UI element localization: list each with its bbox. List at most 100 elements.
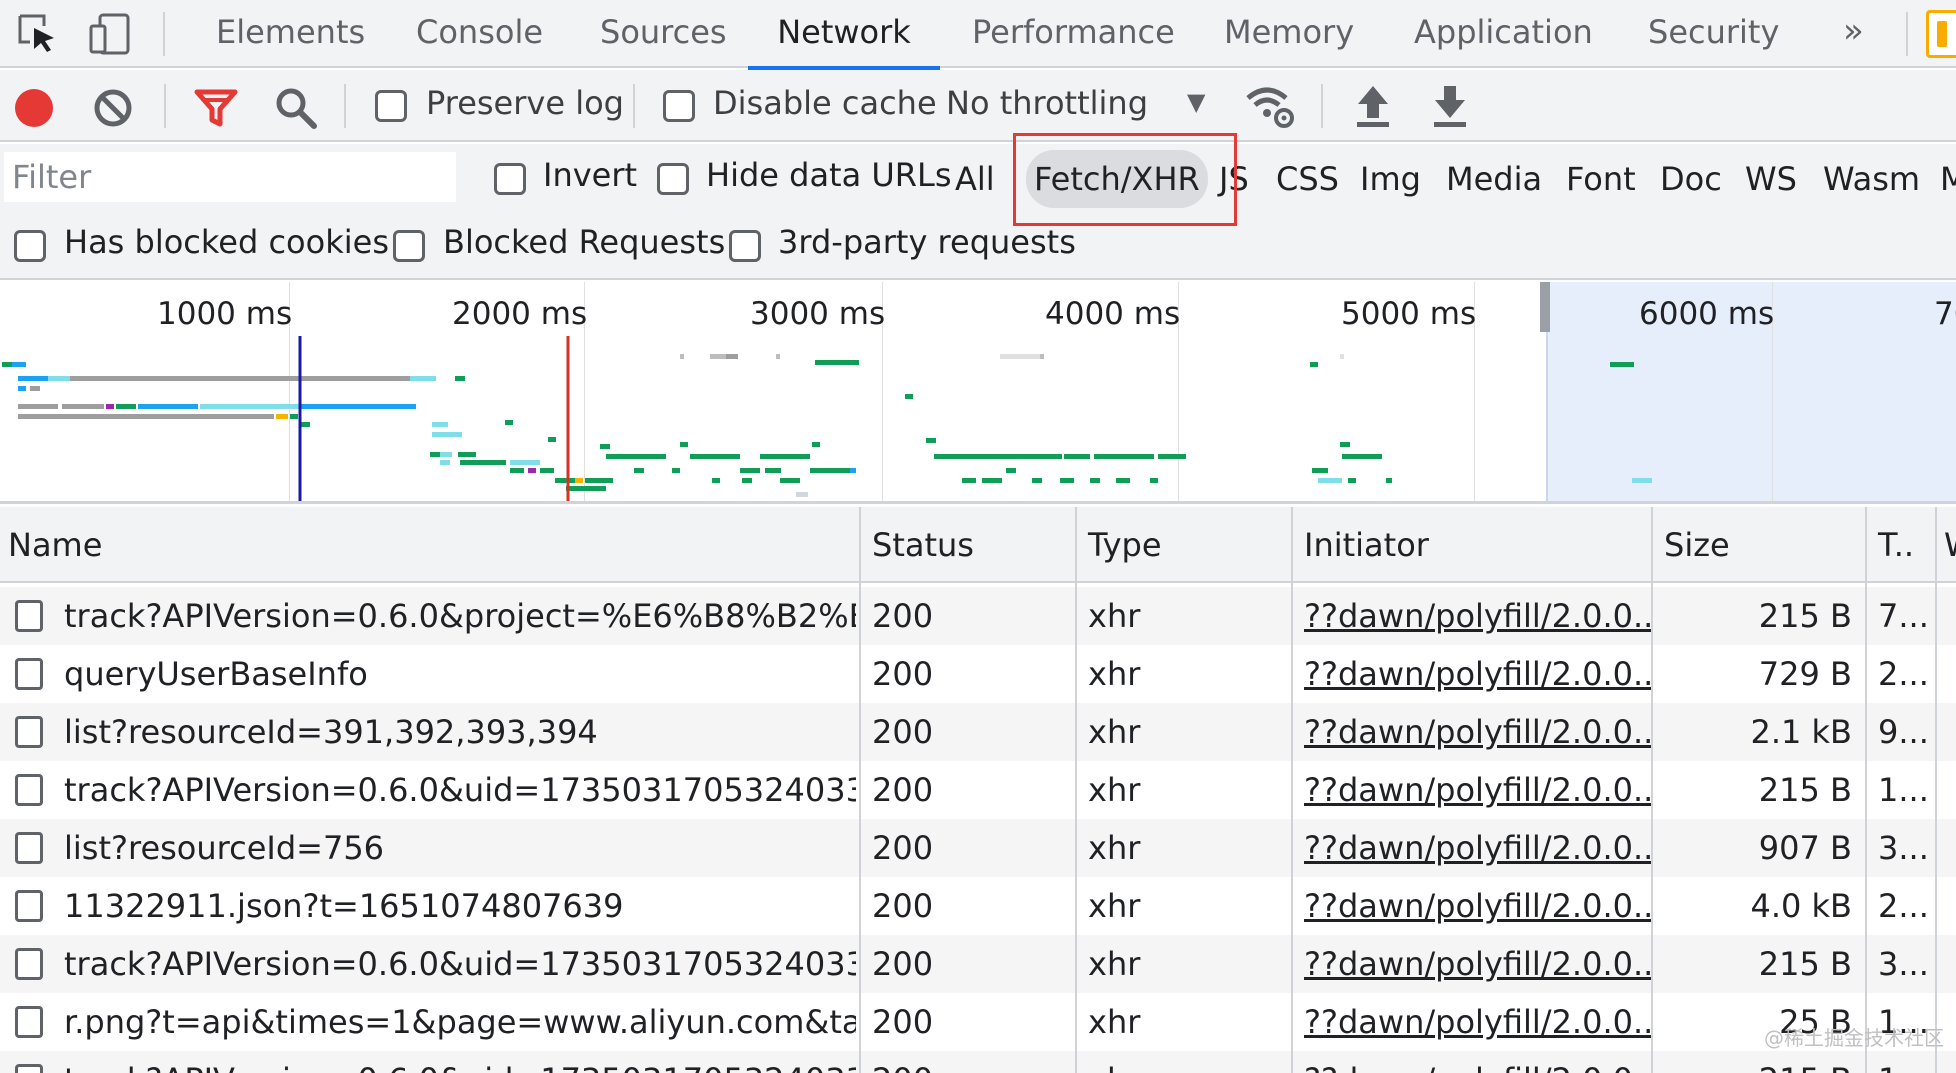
request-name: queryUserBaseInfo [64,655,368,693]
request-size: 907 B [1758,829,1852,867]
request-initiator-link[interactable]: ??dawn/polyfill/2.0.0... [1296,935,1652,993]
table-row[interactable]: list?resourceId=756 200 xhr ??dawn/polyfill… [0,819,1956,877]
overview-request-bar [620,454,634,459]
tab-console[interactable]: Console [410,0,549,68]
type-filter-ws[interactable]: WS [1737,150,1805,208]
request-initiator-link[interactable]: ??dawn/polyfill/2.0.0... [1296,1051,1652,1073]
column-divider[interactable] [1291,507,1293,1073]
search-icon[interactable] [274,86,318,130]
invert-checkbox[interactable] [494,163,526,195]
overview-request-bar [1348,478,1356,483]
tab-sources[interactable]: Sources [594,0,733,68]
column-header-name[interactable]: Name [0,507,860,583]
tab-security[interactable]: Security [1642,0,1785,68]
column-header-size[interactable]: Size [1656,507,1864,583]
request-type: xhr [1088,771,1141,809]
third-party-requests-checkbox[interactable] [729,230,761,262]
request-file-icon [15,716,43,748]
request-initiator-link[interactable]: ??dawn/polyfill/2.0.0... [1296,877,1652,935]
column-header-type[interactable]: Type [1080,507,1290,583]
tab-performance[interactable]: Performance [966,0,1181,68]
request-name: r.png?t=api&times=1&page=www.aliyun.com&… [64,1003,856,1041]
table-row[interactable]: 11322911.json?t=1651074807639 200 xhr ??daw… [0,877,1956,935]
throttling-select[interactable]: No throttling [946,84,1148,122]
network-overview-timeline[interactable]: 1000 ms 2000 ms 3000 ms 4000 ms 5000 ms … [0,282,1956,504]
tab-divider [163,12,165,56]
export-har-icon[interactable] [1431,84,1469,128]
requests-table: Name Status Type Initiator Size T.. W tr… [0,507,1956,1073]
overview-request-bar [18,404,58,409]
request-type: xhr [1088,887,1141,925]
column-divider[interactable] [859,507,861,1073]
request-initiator-link[interactable]: ??dawn/polyfill/2.0.0... [1296,761,1652,819]
tab-elements[interactable]: Elements [210,0,371,68]
column-divider[interactable] [1651,507,1653,1073]
blocked-requests-checkbox[interactable] [393,230,425,262]
column-header-waterfall[interactable]: W [1940,507,1956,583]
tab-network[interactable]: Network [748,0,940,70]
type-filter-media[interactable]: Media [1438,150,1550,208]
table-row[interactable]: track?APIVersion=0.6.0&uid=1735031705324… [0,935,1956,993]
filter-input[interactable] [4,152,456,202]
column-divider[interactable] [1865,507,1867,1073]
type-filter-font[interactable]: Font [1558,150,1644,208]
inspect-element-icon[interactable] [16,12,60,56]
column-divider[interactable] [1935,507,1937,1073]
request-type: xhr [1088,1003,1141,1041]
table-row[interactable]: track?APIVersion=0.6.0&project=%E6%B8%B2… [0,587,1956,645]
request-initiator-link[interactable]: ??dawn/polyfill/2.0.0... [1296,645,1652,703]
type-filter-wasm[interactable]: Wasm [1815,150,1928,208]
table-row[interactable]: r.png?t=api&times=1&page=www.aliyun.com&… [0,993,1956,1051]
overview-request-bar [555,478,575,483]
request-time: 1... [1870,1051,1936,1073]
request-type: xhr [1080,1051,1290,1073]
request-file-icon [15,1064,43,1073]
overview-request-bar [1610,362,1634,367]
table-row[interactable]: queryUserBaseInfo 200 xhr ??dawn/polyfill/2… [0,645,1956,703]
request-file-icon [15,948,43,980]
issues-warning-icon[interactable] [1926,10,1956,58]
filter-icon[interactable] [194,86,238,130]
column-header-status[interactable]: Status [864,507,1074,583]
type-filter-doc[interactable]: Doc [1652,150,1730,208]
request-initiator-link[interactable]: ??dawn/polyfill/2.0.0... [1296,993,1652,1051]
chevron-down-icon[interactable]: ▼ [1187,88,1205,116]
overview-request-bar [765,468,781,473]
type-filter-css[interactable]: CSS [1268,150,1347,208]
request-initiator-link[interactable]: ??dawn/polyfill/2.0.0... [1296,819,1652,877]
disable-cache-checkbox[interactable] [663,90,695,122]
request-status: 200 [872,771,934,809]
overview-request-bar [934,454,974,459]
overview-request-bar [138,404,198,409]
overview-request-bar [458,452,476,457]
overview-request-bar [430,452,440,457]
network-conditions-icon[interactable] [1245,84,1297,130]
has-blocked-cookies-checkbox[interactable] [14,230,46,262]
request-status: 200 [872,1003,934,1041]
request-initiator-link[interactable]: ??dawn/polyfill/2.0.0... [1296,587,1652,645]
request-initiator-link[interactable]: ??dawn/polyfill/2.0.0... [1296,703,1652,761]
type-filter-img[interactable]: Img [1352,150,1429,208]
table-row[interactable]: track?APIVersion=0.6.0&uid=1735031705324… [0,761,1956,819]
table-row[interactable]: list?resourceId=391,392,393,394 200 xhr ??d… [0,703,1956,761]
device-toolbar-icon[interactable] [88,12,132,56]
overview-request-bar [18,376,48,381]
type-filter-manifest[interactable]: M [1932,150,1956,208]
request-type: xhr [1088,597,1141,635]
import-har-icon[interactable] [1354,84,1392,128]
hide-data-urls-checkbox[interactable] [657,163,689,195]
preserve-log-checkbox[interactable] [375,90,407,122]
type-filter-all[interactable]: All [947,150,1003,208]
overview-request-bar [1150,478,1158,483]
overview-request-bar [1006,468,1016,473]
record-icon[interactable] [12,86,56,130]
column-header-time[interactable]: T.. [1870,507,1950,583]
column-divider[interactable] [1075,507,1077,1073]
tab-memory[interactable]: Memory [1218,0,1360,68]
tab-application[interactable]: Application [1408,0,1599,68]
column-header-initiator[interactable]: Initiator [1296,507,1652,583]
clear-icon[interactable] [93,88,133,128]
more-tabs-chevron-icon[interactable]: » [1843,0,1864,68]
table-row[interactable]: track?APIVersion=0.6.0&uid=1735031705324… [0,1051,1956,1073]
toolbar-divider [1321,84,1323,128]
